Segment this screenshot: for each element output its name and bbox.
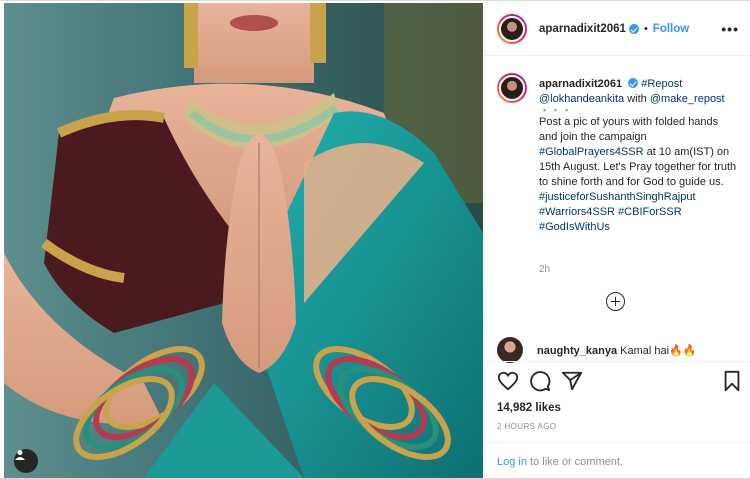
caption-avatar[interactable] xyxy=(497,73,527,103)
post-photo[interactable] xyxy=(4,3,483,478)
share-icon[interactable] xyxy=(561,370,583,392)
post-header: aparnadixit2061 • Follow ••• xyxy=(485,3,750,56)
credit-mention[interactable]: @lokhandeankita xyxy=(539,93,624,105)
more-options-icon[interactable]: ••• xyxy=(721,21,739,37)
commenter-username[interactable]: naughty_kanya xyxy=(537,345,617,357)
caption-username[interactable]: aparnadixit2061 xyxy=(539,78,622,90)
caption-body: Post a pic of yours with folded hands an… xyxy=(539,116,719,143)
comment-row: naughty_kanya Kamal hai🔥🔥 xyxy=(497,337,696,363)
post-actions: 14,982 likes 2 HOURS AGO Log in to like … xyxy=(485,361,750,478)
commenter-avatar[interactable] xyxy=(497,337,523,363)
bookmark-icon[interactable] xyxy=(721,370,743,392)
login-link[interactable]: Log in xyxy=(497,456,527,468)
post-frame: aparnadixit2061 • Follow ••• aparnadixit… xyxy=(0,0,750,479)
hashtag-link[interactable]: #CBIForSSR xyxy=(618,206,682,218)
comment-text: naughty_kanya Kamal hai🔥🔥 xyxy=(537,344,696,357)
hashtag-link[interactable]: #justiceforSushanthSinghRajput xyxy=(539,191,696,203)
repost-app-mention[interactable]: @make_repost xyxy=(650,93,725,105)
caption-text: aparnadixit2061 #Repost @lokhandeankita … xyxy=(539,77,739,235)
hashtag-link[interactable]: #Warriors4SSR xyxy=(539,206,615,218)
caption-time: 2h xyxy=(539,264,551,275)
user-tag-icon[interactable] xyxy=(14,449,38,473)
hashtag-link[interactable]: #GodIsWithUs xyxy=(539,221,610,233)
with-text: with xyxy=(627,93,647,105)
verified-badge-icon xyxy=(628,24,639,34)
comment-icon[interactable] xyxy=(529,370,551,392)
header-separator: • xyxy=(643,23,648,35)
login-prompt-text: to like or comment. xyxy=(530,456,623,468)
author-avatar[interactable] xyxy=(497,14,527,44)
login-prompt: Log in to like or comment. xyxy=(485,442,750,479)
post-side-panel: aparnadixit2061 • Follow ••• aparnadixit… xyxy=(484,3,750,478)
photo-illustration xyxy=(4,3,483,478)
plus-icon[interactable] xyxy=(606,292,625,311)
posted-time: 2 HOURS AGO xyxy=(497,422,557,431)
likes-count[interactable]: 14,982 likes xyxy=(497,402,561,414)
comment-body: Kamal hai xyxy=(620,344,670,357)
caption-ellipsis: ・・・ xyxy=(539,105,572,117)
heart-icon[interactable] xyxy=(497,370,519,392)
follow-button[interactable]: Follow xyxy=(653,23,689,35)
comment-emoji: 🔥🔥 xyxy=(669,344,697,357)
verified-badge-icon xyxy=(628,78,639,88)
hashtag-campaign[interactable]: #GlobalPrayers4SSR xyxy=(539,146,644,158)
repost-hashtag[interactable]: #Repost xyxy=(641,78,682,90)
author-username[interactable]: aparnadixit2061 xyxy=(539,23,626,35)
